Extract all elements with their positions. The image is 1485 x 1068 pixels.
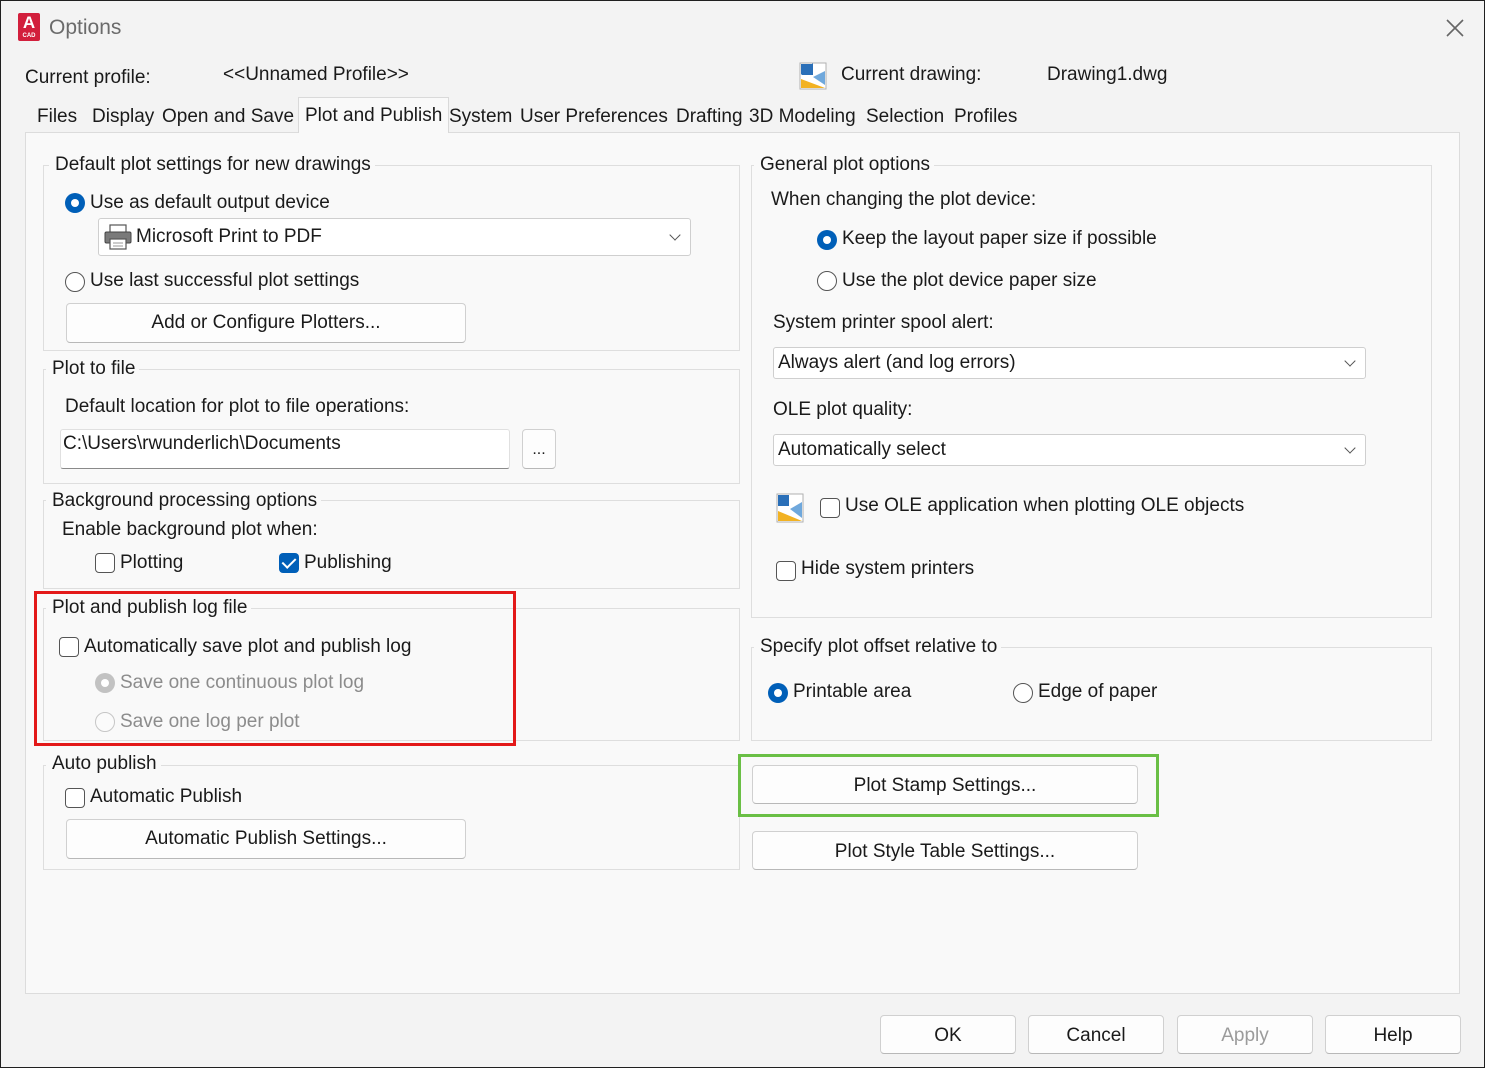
- keep-layout-size-radio[interactable]: [817, 230, 837, 250]
- printable-area-label: Printable area: [793, 681, 912, 702]
- hide-printers-label: Hide system printers: [801, 558, 975, 579]
- ok-button[interactable]: OK: [880, 1015, 1016, 1054]
- plot-location-value: C:\Users\rwunderlich\Documents: [63, 433, 341, 454]
- ole-drawing-icon: [776, 493, 804, 523]
- publishing-label: Publishing: [304, 552, 392, 573]
- plot-style-table-settings-button[interactable]: Plot Style Table Settings...: [752, 831, 1138, 870]
- general-plot-options-legend: General plot options: [754, 154, 935, 176]
- background-processing-legend: Background processing options: [46, 490, 322, 512]
- background-processing-group: [43, 500, 740, 589]
- chevron-down-icon: [1344, 355, 1356, 367]
- spool-alert-value: Always alert (and log errors): [778, 352, 1016, 373]
- tab-3d-modeling[interactable]: 3D Modeling: [743, 104, 862, 132]
- automatic-publish-label: Automatic Publish: [90, 786, 243, 807]
- plot-to-file-legend: Plot to file: [46, 358, 140, 380]
- red-highlight-box: [34, 591, 516, 746]
- tab-files[interactable]: Files: [31, 104, 83, 132]
- app-icon-letter: A: [22, 13, 36, 32]
- help-button[interactable]: Help: [1325, 1015, 1461, 1054]
- close-icon[interactable]: [1442, 15, 1468, 41]
- ole-quality-label: OLE plot quality:: [773, 399, 913, 420]
- spool-alert-select[interactable]: Always alert (and log errors): [773, 347, 1366, 379]
- drawing-icon: [799, 62, 827, 90]
- printable-area-radio[interactable]: [768, 683, 788, 703]
- apply-button[interactable]: Apply: [1177, 1015, 1313, 1054]
- hide-printers-checkbox[interactable]: [776, 561, 796, 581]
- output-device-select[interactable]: Microsoft Print to PDF: [98, 218, 691, 256]
- edge-of-paper-radio[interactable]: [1013, 683, 1033, 703]
- plotting-checkbox[interactable]: [95, 553, 115, 573]
- green-highlight-box: [738, 754, 1159, 817]
- current-drawing-value: Drawing1.dwg: [1047, 64, 1168, 85]
- current-drawing-label: Current drawing:: [841, 64, 982, 85]
- options-dialog: A CAD Options Current profile: <<Unnamed…: [0, 0, 1485, 1068]
- current-profile-label: Current profile:: [25, 67, 151, 88]
- tab-profiles[interactable]: Profiles: [948, 104, 1023, 132]
- cancel-button[interactable]: Cancel: [1028, 1015, 1164, 1054]
- tab-user-preferences[interactable]: User Preferences: [514, 104, 674, 132]
- tab-open-and-save[interactable]: Open and Save: [156, 104, 300, 132]
- plot-location-label: Default location for plot to file operat…: [65, 396, 410, 417]
- printer-icon: [104, 224, 132, 250]
- use-last-settings-label: Use last successful plot settings: [90, 270, 360, 291]
- use-device-size-radio[interactable]: [817, 271, 837, 291]
- plotting-label: Plotting: [120, 552, 184, 573]
- tab-display[interactable]: Display: [86, 104, 160, 132]
- automatic-publish-checkbox[interactable]: [65, 788, 85, 808]
- add-configure-plotters-button[interactable]: Add or Configure Plotters...: [66, 303, 466, 343]
- use-default-device-label: Use as default output device: [90, 192, 330, 213]
- use-last-settings-radio[interactable]: [65, 272, 85, 292]
- tab-system[interactable]: System: [443, 104, 518, 132]
- autocad-app-icon: A CAD: [18, 13, 40, 41]
- edge-of-paper-label: Edge of paper: [1038, 681, 1158, 702]
- tab-selection[interactable]: Selection: [860, 104, 950, 132]
- changing-device-label: When changing the plot device:: [771, 189, 1037, 210]
- dialog-title: Options: [49, 16, 122, 39]
- keep-layout-size-label: Keep the layout paper size if possible: [842, 228, 1157, 249]
- chevron-down-icon: [1344, 442, 1356, 454]
- publishing-checkbox[interactable]: [279, 553, 299, 573]
- app-icon-sub: CAD: [22, 33, 36, 39]
- use-ole-app-label: Use OLE application when plotting OLE ob…: [845, 495, 1245, 516]
- browse-button[interactable]: ...: [522, 429, 556, 469]
- tab-plot-and-publish[interactable]: Plot and Publish: [298, 97, 450, 133]
- plot-location-input[interactable]: C:\Users\rwunderlich\Documents: [60, 429, 510, 469]
- ole-quality-value: Automatically select: [778, 439, 946, 460]
- current-profile-value: <<Unnamed Profile>>: [223, 64, 409, 85]
- enable-background-label: Enable background plot when:: [62, 519, 318, 540]
- tab-drafting[interactable]: Drafting: [670, 104, 749, 132]
- automatic-publish-settings-button[interactable]: Automatic Publish Settings...: [66, 819, 466, 859]
- use-ole-app-checkbox[interactable]: [820, 498, 840, 518]
- ole-quality-select[interactable]: Automatically select: [773, 434, 1366, 466]
- auto-publish-legend: Auto publish: [46, 753, 161, 775]
- chevron-down-icon: [669, 229, 681, 241]
- spool-alert-label: System printer spool alert:: [773, 312, 994, 333]
- use-default-device-radio[interactable]: [65, 193, 85, 213]
- plot-offset-legend: Specify plot offset relative to: [754, 636, 1002, 658]
- output-device-value: Microsoft Print to PDF: [136, 226, 322, 247]
- default-plot-settings-legend: Default plot settings for new drawings: [49, 154, 375, 176]
- use-device-size-label: Use the plot device paper size: [842, 270, 1097, 291]
